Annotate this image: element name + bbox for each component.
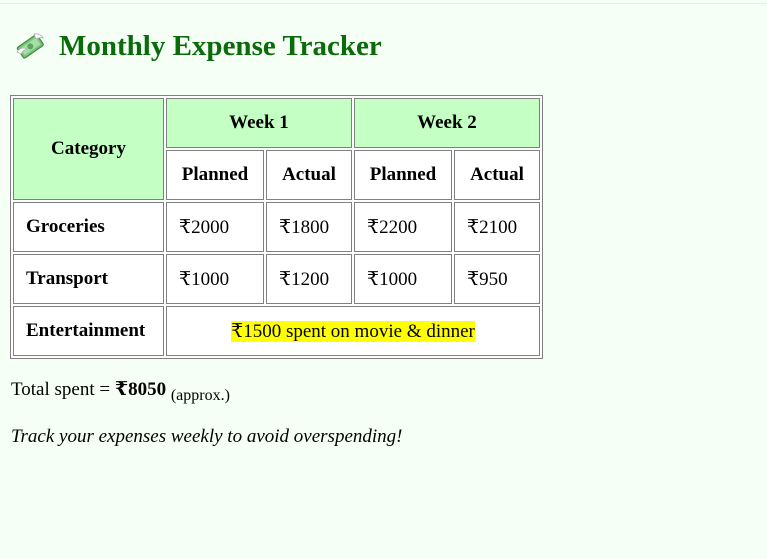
category-header: Category (13, 98, 164, 200)
week-2-actual-header: Actual (454, 150, 540, 200)
total-value: ₹8050 (114, 379, 167, 400)
entertainment-note-cell: ₹1500 spent on movie & dinner (166, 306, 540, 356)
expense-table: Category Week 1 Week 2 Planned Actual Pl… (10, 95, 543, 359)
amount-cell: ₹2000 (166, 202, 264, 252)
category-cell: Groceries (13, 202, 164, 252)
highlighted-note: ₹1500 spent on movie & dinner (231, 320, 475, 342)
table-header-row: Category Week 1 Week 2 (13, 98, 540, 200)
week-2-planned-header: Planned (354, 150, 452, 200)
amount-cell: ₹1800 (266, 202, 352, 252)
amount-cell: ₹950 (454, 254, 540, 304)
week-1-planned-header: Planned (166, 150, 264, 200)
amount-cell: ₹2100 (454, 202, 540, 252)
week-1-header: Week 1 (166, 98, 352, 148)
total-label: Total spent = (11, 379, 115, 400)
total-note: (approx.) (170, 387, 230, 404)
amount-cell: ₹1000 (354, 254, 452, 304)
table-row: Transport ₹1000 ₹1200 ₹1000 ₹950 (13, 254, 540, 304)
category-cell: Entertainment (13, 306, 164, 356)
money-with-wings-icon (16, 33, 44, 59)
top-divider (0, 3, 767, 4)
amount-cell: ₹1200 (266, 254, 352, 304)
week-2-header: Week 2 (354, 98, 540, 148)
tip-text: Track your expenses weekly to avoid over… (11, 426, 403, 447)
week-1-actual-header: Actual (266, 150, 352, 200)
table-row: Entertainment ₹1500 spent on movie & din… (13, 306, 540, 356)
amount-cell: ₹2200 (354, 202, 452, 252)
page-header: Monthly Expense Tracker (14, 30, 382, 62)
amount-cell: ₹1000 (166, 254, 264, 304)
page-title: Monthly Expense Tracker (59, 29, 382, 62)
category-cell: Transport (13, 254, 164, 304)
total-spent: Total spent = ₹8050 (approx.) (11, 378, 230, 404)
table-row: Groceries ₹2000 ₹1800 ₹2200 ₹2100 (13, 202, 540, 252)
